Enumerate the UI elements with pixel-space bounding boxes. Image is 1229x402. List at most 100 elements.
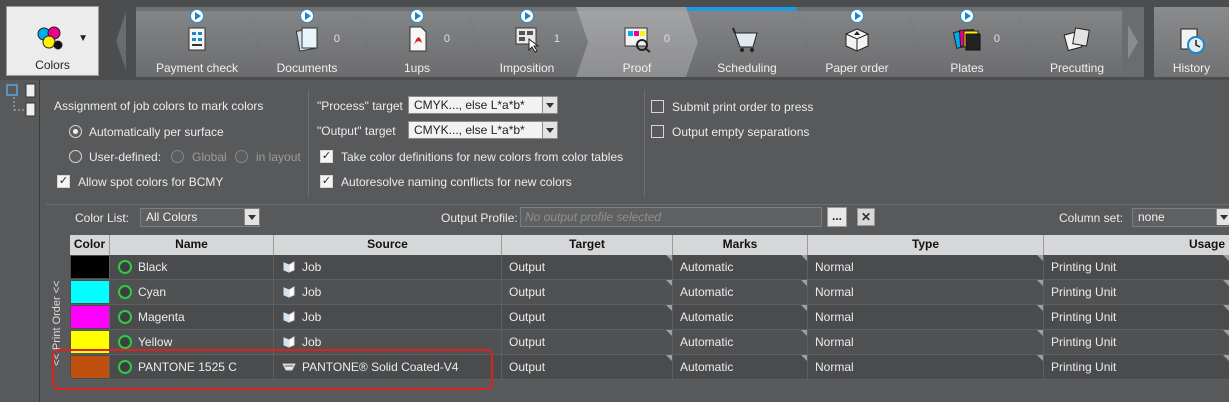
history-icon: [1180, 28, 1205, 54]
colors-label: Colors: [35, 58, 70, 72]
color-name: Magenta: [138, 310, 185, 324]
status-ok-icon: [118, 310, 132, 324]
job-source-icon: [283, 286, 295, 298]
step-documents[interactable]: 0 Documents: [246, 7, 368, 77]
column-header-usage[interactable]: Usage: [1044, 235, 1229, 255]
color-list-select[interactable]: All Colors: [140, 208, 260, 227]
chevron-down-icon[interactable]: [542, 97, 557, 113]
marks-cell[interactable]: Automatic: [673, 330, 808, 354]
target-cell[interactable]: Output: [502, 330, 673, 354]
step-label: Proof: [622, 61, 652, 75]
usage-cell[interactable]: Printing Unit: [1044, 280, 1229, 304]
play-icon[interactable]: [520, 9, 534, 23]
auto-per-surface-radio[interactable]: [69, 125, 82, 138]
output-target-select[interactable]: CMYK..., else L*a*b*: [408, 121, 558, 139]
marks-cell[interactable]: Automatic: [673, 280, 808, 304]
take-color-defs-checkbox[interactable]: ✓: [320, 150, 333, 163]
target-cell[interactable]: Output: [502, 355, 673, 379]
play-icon[interactable]: [410, 9, 424, 23]
step-imposition[interactable]: 1 Imposition: [466, 7, 588, 77]
output-target-value: CMYK..., else L*a*b*: [414, 123, 525, 137]
history-button[interactable]: History: [1154, 7, 1229, 77]
play-icon[interactable]: [300, 9, 314, 23]
target-cell[interactable]: Output: [502, 280, 673, 304]
table-row[interactable]: Black Job Output Automatic Normal Printi…: [70, 255, 1229, 280]
browse-profile-button[interactable]: ...: [827, 207, 847, 227]
column-set-select[interactable]: none: [1132, 208, 1229, 227]
autoresolve-checkbox[interactable]: ✓: [320, 175, 333, 188]
usage-cell[interactable]: Printing Unit: [1044, 305, 1229, 329]
output-empty-seps-label: Output empty separations: [672, 125, 810, 139]
process-target-select[interactable]: CMYK..., else L*a*b*: [408, 96, 558, 114]
color-cell: [70, 280, 110, 304]
options-divider: [308, 90, 309, 196]
play-icon[interactable]: [850, 9, 864, 23]
column-header-color[interactable]: Color: [70, 235, 110, 255]
output-profile-field[interactable]: No output profile selected: [520, 207, 822, 227]
chevron-down-icon[interactable]: [244, 209, 259, 225]
column-header-name[interactable]: Name: [110, 235, 274, 255]
target-cell[interactable]: Output: [502, 305, 673, 329]
user-defined-radio[interactable]: [69, 150, 82, 163]
target-cell[interactable]: Output: [502, 255, 673, 279]
column-set-value: none: [1138, 210, 1165, 224]
in-layout-label: in layout: [256, 150, 301, 164]
usage-cell[interactable]: Printing Unit: [1044, 355, 1229, 379]
step-label: Paper order: [825, 61, 889, 75]
payment-check-icon: [188, 27, 206, 51]
marks-cell[interactable]: Automatic: [673, 305, 808, 329]
job-tree: [0, 80, 40, 402]
step-plates[interactable]: 0 Plates: [906, 7, 1028, 77]
name-cell: Magenta: [110, 305, 274, 329]
step-proof[interactable]: 0 Proof: [576, 7, 698, 77]
global-label: Global: [192, 150, 227, 164]
highlight-annotation: [52, 349, 493, 390]
chevron-left-icon[interactable]: [114, 10, 128, 72]
type-cell[interactable]: Normal: [808, 305, 1044, 329]
in-layout-radio[interactable]: [235, 150, 248, 163]
output-empty-seps-checkbox[interactable]: [651, 125, 664, 138]
table-row[interactable]: Magenta Job Output Automatic Normal Prin…: [70, 305, 1229, 330]
chevron-down-icon[interactable]: ▼: [78, 33, 88, 44]
column-header-marks[interactable]: Marks: [673, 235, 808, 255]
chevron-down-icon[interactable]: [542, 122, 557, 138]
paper-order-icon: [845, 28, 869, 52]
proof-icon: [624, 27, 651, 53]
marks-cell[interactable]: Automatic: [673, 255, 808, 279]
table-header: Color Name Source Target Marks Type Usag…: [70, 235, 1229, 255]
allow-spot-checkbox[interactable]: ✓: [57, 175, 70, 188]
play-icon[interactable]: [960, 9, 974, 23]
assignment-heading: Assignment of job colors to mark colors: [54, 99, 264, 113]
global-radio[interactable]: [171, 150, 184, 163]
type-cell[interactable]: Normal: [808, 280, 1044, 304]
step-label: 1ups: [403, 61, 431, 75]
table-filter-bar: Color List: All Colors Output Profile: N…: [46, 204, 1229, 230]
column-header-source[interactable]: Source: [274, 235, 502, 255]
clear-profile-button[interactable]: ✕: [857, 208, 875, 226]
step-payment-check[interactable]: Payment check: [136, 7, 258, 77]
step-precutting[interactable]: Precutting: [1016, 7, 1138, 77]
usage-cell[interactable]: Printing Unit: [1044, 330, 1229, 354]
marks-cell[interactable]: Automatic: [673, 355, 808, 379]
column-header-target[interactable]: Target: [502, 235, 673, 255]
chevron-right-icon[interactable]: [1122, 7, 1144, 77]
step-1ups[interactable]: 0 1ups: [356, 7, 478, 77]
colors-button[interactable]: ▼ Colors: [6, 6, 99, 76]
step-count: 0: [443, 33, 450, 45]
step-scheduling[interactable]: Scheduling: [686, 7, 808, 77]
step-label: Scheduling: [717, 61, 777, 75]
type-cell[interactable]: Normal: [808, 355, 1044, 379]
auto-per-surface-label: Automatically per surface: [89, 125, 224, 139]
submit-print-order-checkbox[interactable]: [651, 100, 664, 113]
documents-icon: [295, 27, 318, 52]
type-cell[interactable]: Normal: [808, 330, 1044, 354]
play-icon[interactable]: [190, 9, 204, 23]
chevron-down-icon[interactable]: [1216, 209, 1229, 225]
type-cell[interactable]: Normal: [808, 255, 1044, 279]
job-source-icon: [283, 261, 295, 273]
usage-cell[interactable]: Printing Unit: [1044, 255, 1229, 279]
step-paper-order[interactable]: Paper order: [796, 7, 918, 77]
table-row[interactable]: Cyan Job Output Automatic Normal Printin…: [70, 280, 1229, 305]
tree-nodes-icon[interactable]: [0, 80, 40, 130]
column-header-type[interactable]: Type: [808, 235, 1044, 255]
